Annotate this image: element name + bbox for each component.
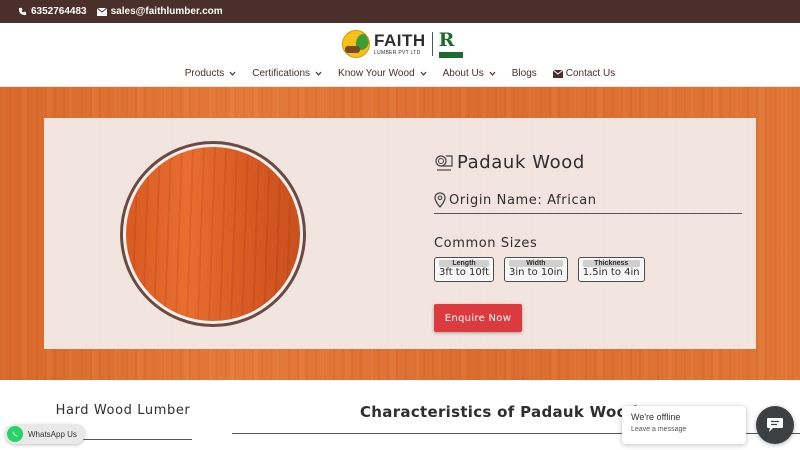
origin-row: Origin Name: African [434,192,742,214]
chat-leave-message[interactable]: Leave a message [631,426,737,433]
logo-emblem-icon [342,30,370,58]
nav-item-know-your-wood[interactable]: Know Your Wood [338,68,427,79]
size-badge-thickness: Thickness 1.5in to 4in [577,257,645,282]
size-label: Thickness [582,260,640,267]
whatsapp-button[interactable]: WhatsApp Us [5,424,85,444]
phone-number[interactable]: 6352764483 [31,6,87,17]
envelope-icon [96,7,107,16]
size-badge-length: Length 3ft to 10ft [434,257,495,282]
phone-icon [18,7,27,16]
product-hero: Padauk Wood Origin Name: African Common … [0,87,800,380]
email-contact[interactable]: sales@faithlumber.com [96,6,223,17]
sidebar-section-title: Hard Wood Lumber [55,403,191,418]
size-value: 3in to 10in [509,267,563,278]
chat-bubble-icon [767,418,783,432]
characteristics-heading: Characteristics of Padauk Wood [360,403,639,421]
whatsapp-label[interactable]: WhatsApp Us [28,430,77,439]
nav-label: Blogs [511,68,537,79]
chat-status: We're offline [631,412,681,422]
top-contact-bar: 6352764483 sales@faithlumber.com [0,0,800,23]
faith-lumber-logo[interactable]: FAITH LUMBER PVT LTD R [342,30,463,58]
nav-label: Products [184,68,225,79]
product-panel: Padauk Wood Origin Name: African Common … [44,118,756,349]
chevron-down-icon [315,71,322,76]
nav-item-about-us[interactable]: About Us [443,68,496,79]
chevron-down-icon [489,71,496,76]
certification-r-logo-icon: R [438,30,463,58]
whatsapp-icon [7,426,23,442]
nav-item-products[interactable]: Products [185,68,236,79]
product-title-row: Padauk Wood [434,152,585,173]
wood-sample-image [120,141,306,327]
size-value: 1.5in to 4in [582,267,640,278]
nav-label: Certifications [252,68,311,79]
chevron-down-icon [229,71,236,76]
chat-status-popup[interactable]: We're offline Leave a message [622,406,746,444]
size-value: 3ft to 10ft [439,267,490,278]
enquire-now-button[interactable]: Enquire Now [434,304,522,332]
logo-divider [431,32,433,56]
size-badge-width: Width 3in to 10in [504,257,568,282]
nav-item-blogs[interactable]: Blogs [512,68,537,79]
nav-item-contact-us[interactable]: Contact Us [552,68,616,79]
size-badges: Length 3ft to 10ft Width 3in to 10in Thi… [434,257,655,282]
main-navigation: Products Certifications Know Your Wood A… [0,68,800,79]
logo-name: FAITH [374,31,426,50]
size-label: Width [509,260,563,267]
nav-item-certifications[interactable]: Certifications [252,68,322,79]
chat-launcher-button[interactable] [756,406,794,444]
logo-subtitle: LUMBER PVT LTD [374,50,421,56]
nav-label: About Us [442,68,484,79]
nav-label: Contact Us [565,68,616,79]
padauk-wood-texture [126,147,300,321]
phone-contact[interactable]: 6352764483 [18,6,87,17]
product-title: Padauk Wood [457,152,585,173]
origin-name: Origin Name: African [449,192,597,208]
location-pin-icon [434,192,446,208]
chevron-down-icon [420,71,427,76]
common-sizes-heading: Common Sizes [434,236,538,251]
email-address[interactable]: sales@faithlumber.com [111,6,223,17]
size-label: Length [439,260,490,267]
envelope-icon [552,69,563,78]
site-header: FAITH LUMBER PVT LTD R Products Certific… [0,23,800,87]
wood-log-icon [435,154,453,171]
nav-label: Know Your Wood [338,68,415,79]
